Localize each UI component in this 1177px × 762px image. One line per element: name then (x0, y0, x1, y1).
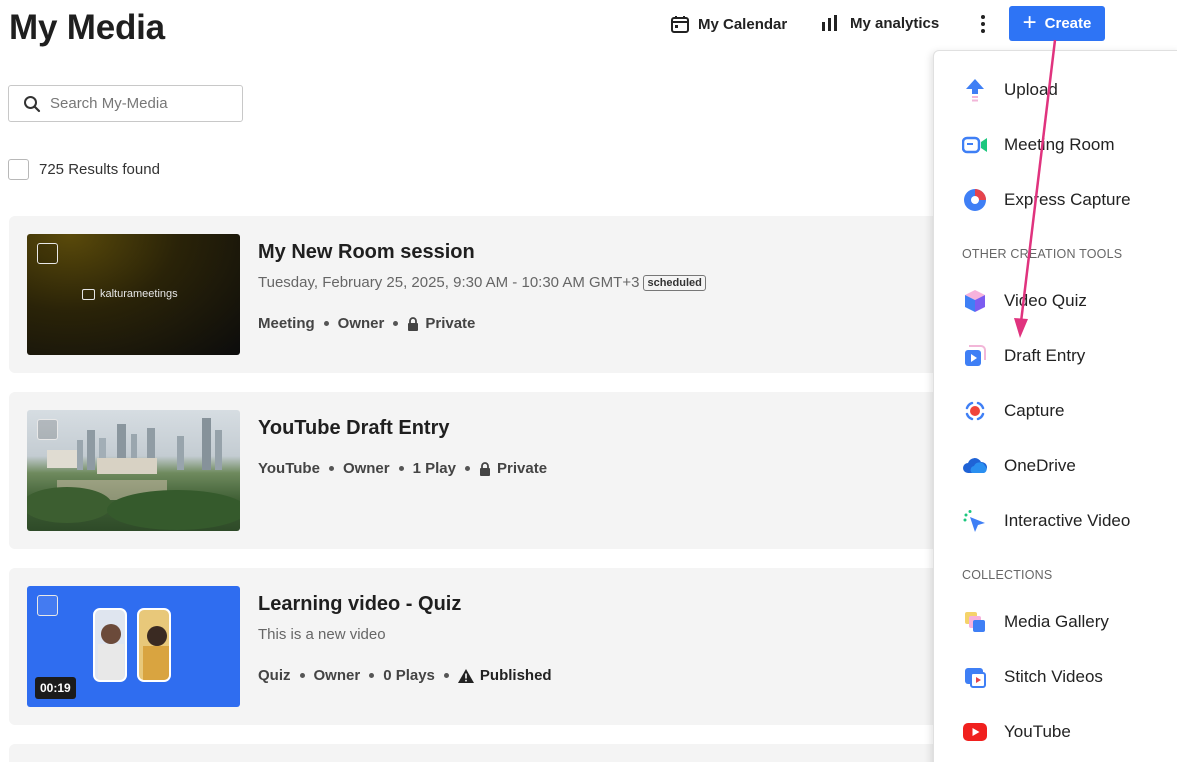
entry-checkbox[interactable] (37, 419, 58, 440)
results-bar: 725 Results found (8, 159, 160, 180)
interactive-video-icon (962, 508, 988, 534)
media-row[interactable]: kalturameetings My New Room session Tues… (9, 216, 939, 373)
entry-meta: Meeting Owner Private (258, 315, 476, 332)
menu-item-youtube[interactable]: YouTube (962, 717, 1071, 747)
kaltura-meetings-logo: kalturameetings (82, 288, 178, 300)
menu-item-video-quiz[interactable]: Video Quiz (962, 286, 1087, 316)
entry-title[interactable]: My New Room session (258, 241, 475, 264)
search-input[interactable] (50, 95, 230, 112)
select-all-checkbox[interactable] (8, 159, 29, 180)
quiz-phone-image (93, 608, 127, 682)
quiz-phone-image (137, 608, 171, 682)
section-header-collections: COLLECTIONS (962, 568, 1053, 582)
entry-thumbnail[interactable] (27, 410, 240, 531)
more-options-icon[interactable] (975, 12, 991, 36)
my-calendar-label: My Calendar (698, 15, 788, 33)
menu-item-draft-entry[interactable]: Draft Entry (962, 341, 1085, 371)
entry-checkbox[interactable] (37, 595, 58, 616)
my-calendar-link[interactable]: My Calendar (670, 14, 787, 34)
meeting-room-icon (962, 132, 988, 158)
analytics-icon (822, 15, 837, 31)
capture-icon (962, 398, 988, 424)
lock-icon (408, 316, 419, 331)
menu-item-meeting-room[interactable]: Meeting Room (962, 130, 1115, 160)
menu-item-stitch-videos[interactable]: Stitch Videos (962, 662, 1103, 692)
youtube-icon (962, 719, 988, 745)
entry-meta: Quiz Owner 0 Plays Published (258, 667, 552, 684)
media-row[interactable] (9, 744, 939, 762)
entry-thumbnail[interactable]: 00:19 (27, 586, 240, 707)
duration-badge: 00:19 (35, 677, 76, 699)
entry-description: This is a new video (258, 626, 386, 643)
draft-entry-icon (962, 343, 988, 369)
plus-icon: + (1022, 8, 1037, 36)
calendar-icon (671, 16, 689, 33)
entry-thumbnail[interactable]: kalturameetings (27, 234, 240, 355)
page-title: My Media (9, 8, 165, 47)
express-capture-icon (962, 187, 988, 213)
my-analytics-label: My analytics (850, 14, 940, 32)
menu-item-media-gallery[interactable]: Media Gallery (962, 607, 1109, 637)
media-row[interactable]: YouTube Draft Entry YouTube Owner 1 Play… (9, 392, 939, 549)
menu-item-capture[interactable]: Capture (962, 396, 1064, 426)
create-dropdown-menu: Upload Meeting Room Express Capture OTHE… (933, 50, 1177, 762)
entry-checkbox[interactable] (37, 243, 58, 264)
city-skyline-image (27, 418, 240, 530)
menu-item-onedrive[interactable]: OneDrive (962, 451, 1076, 481)
lock-icon (480, 461, 490, 476)
media-gallery-icon (962, 609, 988, 635)
menu-item-interactive-video[interactable]: Interactive Video (962, 506, 1130, 536)
scheduled-badge: scheduled (643, 274, 706, 291)
results-count: 725 Results found (39, 161, 160, 178)
media-row[interactable]: 00:19 Learning video - Quiz This is a ne… (9, 568, 939, 725)
warning-icon (457, 668, 474, 683)
onedrive-icon (962, 453, 988, 479)
search-box (8, 85, 243, 122)
menu-item-upload[interactable]: Upload (962, 75, 1058, 105)
entry-title[interactable]: YouTube Draft Entry (258, 417, 449, 440)
entry-meta: YouTube Owner 1 Play Private (258, 460, 548, 477)
upload-icon (962, 77, 988, 103)
create-label: Create (1044, 15, 1092, 32)
search-icon (24, 95, 41, 112)
entry-schedule: Tuesday, February 25, 2025, 9:30 AM - 10… (258, 274, 706, 291)
video-quiz-icon (962, 288, 988, 314)
entry-title[interactable]: Learning video - Quiz (258, 593, 461, 616)
section-header-other-tools: OTHER CREATION TOOLS (962, 247, 1123, 261)
menu-item-express-capture[interactable]: Express Capture (962, 185, 1131, 215)
create-button[interactable]: + Create (1009, 6, 1105, 41)
stitch-videos-icon (962, 664, 988, 690)
my-analytics-link[interactable]: My analytics (820, 14, 939, 32)
